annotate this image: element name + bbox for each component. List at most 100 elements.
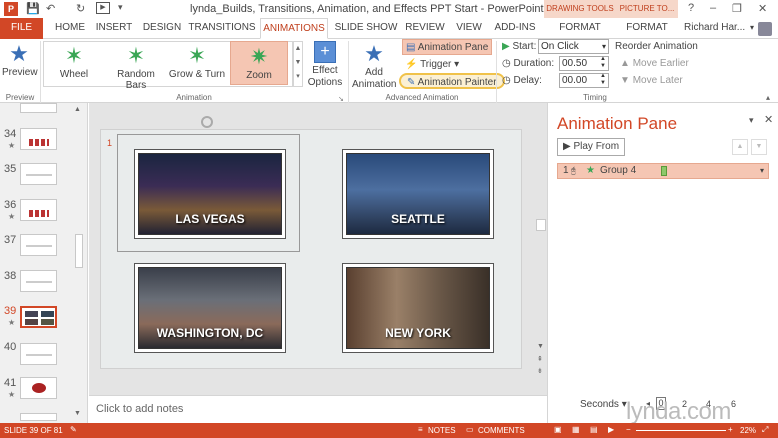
slide-thumbnail-partial[interactable] xyxy=(20,103,57,113)
thumbnail-scrollbar[interactable]: ▲ ▼ xyxy=(74,106,84,420)
play-from-button[interactable]: ▶ Play From xyxy=(557,138,626,156)
photo-new-york[interactable]: NEW YORK xyxy=(346,267,490,349)
move-later-label: Move Later xyxy=(632,75,683,86)
tab-review[interactable]: REVIEW xyxy=(404,18,446,39)
slide-sorter-icon[interactable]: ▦ xyxy=(572,425,580,434)
animation-painter-label: Animation Painter xyxy=(417,77,497,88)
next-slide-icon[interactable]: ⇟ xyxy=(537,367,543,375)
spelling-icon[interactable]: ✎ xyxy=(70,425,77,434)
scroll-thumb[interactable] xyxy=(536,219,546,231)
previous-slide-icon[interactable]: ⇞ xyxy=(537,355,543,363)
slide-thumbnail-34[interactable] xyxy=(20,128,57,150)
redo-icon[interactable]: ↻ xyxy=(76,2,85,15)
item-dropdown-icon[interactable]: ▾ xyxy=(760,164,764,178)
move-down-button[interactable]: ▼ xyxy=(751,139,767,155)
fit-slide-icon[interactable]: ⤢ xyxy=(762,425,768,435)
minimize-button[interactable]: – xyxy=(710,2,716,14)
collapse-ribbon-icon[interactable]: ▴ xyxy=(766,93,770,102)
animation-zoom[interactable]: ✷ Zoom xyxy=(230,41,288,85)
animation-list-item[interactable]: 1 🖰 ★ Group 4 ▾ xyxy=(557,163,769,179)
normal-view-icon[interactable]: ▣ xyxy=(554,425,562,434)
zoom-level[interactable]: 22% xyxy=(740,426,756,435)
slide-thumbnail-40[interactable] xyxy=(20,343,57,365)
delay-value: 00.00 xyxy=(562,75,588,86)
avatar[interactable] xyxy=(758,22,772,36)
slide-thumbnail-38[interactable] xyxy=(20,270,57,292)
tab-format-picture[interactable]: FORMAT xyxy=(620,18,674,39)
rotate-handle-icon[interactable] xyxy=(201,116,213,128)
wheel-star-icon: ✶ xyxy=(64,43,84,68)
gallery-scroll[interactable]: ▲ ▼ ▾ xyxy=(293,41,303,87)
move-earlier-button[interactable]: ▲ Move Earlier xyxy=(620,56,689,72)
thumbnail-photo xyxy=(25,319,38,325)
zoom-in-icon[interactable]: + xyxy=(728,425,733,434)
group-label-timing: Timing xyxy=(583,93,607,102)
add-animation-button[interactable]: ★ Add Animation xyxy=(352,41,396,91)
move-up-button[interactable]: ▲ xyxy=(732,139,748,155)
slide-scrollbar[interactable]: ▼ ⇞ ⇟ xyxy=(535,129,547,379)
reading-view-icon[interactable]: ▤ xyxy=(590,425,598,434)
notes-button[interactable]: NOTES xyxy=(428,426,456,435)
tab-design[interactable]: DESIGN xyxy=(140,18,184,39)
notes-pane[interactable]: Click to add notes xyxy=(89,395,547,423)
slide-number: 39 xyxy=(4,305,17,317)
close-button[interactable]: ✕ xyxy=(758,2,767,15)
user-account[interactable]: Richard Har... xyxy=(684,18,748,39)
scroll-thumb[interactable] xyxy=(75,234,83,268)
tab-format-drawing[interactable]: FORMAT xyxy=(552,18,608,39)
slide-number: 41 xyxy=(4,377,17,389)
slide-thumbnail-36[interactable] xyxy=(20,199,57,221)
help-button[interactable]: ? xyxy=(688,2,694,14)
animation-grow-turn[interactable]: ✶ Grow & Turn xyxy=(168,41,226,85)
delay-clock-icon: ◷ xyxy=(502,75,514,86)
save-icon[interactable]: 💾 xyxy=(26,2,40,15)
trigger-button[interactable]: ⚡ Trigger ▾ xyxy=(405,57,459,73)
tab-animations[interactable]: ANIMATIONS xyxy=(260,18,328,39)
slide-thumbnail-35[interactable] xyxy=(20,163,57,185)
tab-slide-show[interactable]: SLIDE SHOW xyxy=(334,18,398,39)
tab-add-ins[interactable]: ADD-INS xyxy=(492,18,538,39)
slide-thumbnail-39[interactable] xyxy=(20,306,57,328)
animation-painter-button[interactable]: ✎ Animation Painter xyxy=(399,73,505,89)
duration-spinner-icon[interactable]: ▲ ▼ xyxy=(600,56,606,70)
effect-options-button[interactable]: + Effect Options xyxy=(306,41,344,89)
start-slideshow-icon[interactable]: ▶ xyxy=(96,2,110,14)
delay-spinner-icon[interactable]: ▲ ▼ xyxy=(600,73,606,87)
slide-thumbnail-37[interactable] xyxy=(20,234,57,256)
start-select[interactable]: On Click ▾ xyxy=(538,39,609,54)
slideshow-view-icon[interactable]: ▶ xyxy=(608,425,614,434)
tab-transitions[interactable]: TRANSITIONS xyxy=(188,18,256,39)
pane-options-icon[interactable]: ▾ xyxy=(749,115,754,126)
scroll-up-icon[interactable]: ▲ xyxy=(74,106,81,113)
comments-icon: ▭ xyxy=(466,425,474,434)
restore-button[interactable]: ❐ xyxy=(732,2,742,15)
delay-input[interactable]: 00.00 ▲ ▼ xyxy=(559,73,609,88)
dialog-launcher-icon[interactable]: ↘ xyxy=(338,95,344,103)
tab-view[interactable]: VIEW xyxy=(452,18,486,39)
scroll-down-icon[interactable]: ▼ xyxy=(537,343,544,350)
seconds-dropdown[interactable]: Seconds ▾ xyxy=(580,399,627,410)
comments-button[interactable]: COMMENTS xyxy=(478,426,525,435)
preview-button[interactable]: ★ Preview xyxy=(2,41,38,78)
animation-wheel[interactable]: ✶ Wheel xyxy=(45,41,103,85)
photo-seattle[interactable]: SEATTLE xyxy=(346,153,490,235)
duration-input[interactable]: 00.50 ▲ ▼ xyxy=(559,56,609,71)
account-dropdown-icon[interactable]: ▾ xyxy=(750,23,754,32)
undo-icon[interactable]: ↶ xyxy=(46,2,55,15)
zoom-slider[interactable] xyxy=(636,430,726,431)
photo-washington-dc[interactable]: WASHINGTON, DC xyxy=(138,267,282,349)
animation-pane-button[interactable]: ▤ Animation Pane xyxy=(402,39,493,55)
tab-insert[interactable]: INSERT xyxy=(92,18,136,39)
animation-random-bars[interactable]: ✶ Random Bars xyxy=(106,41,166,91)
move-later-button[interactable]: ▼ Move Later xyxy=(620,73,683,89)
tab-home[interactable]: HOME xyxy=(50,18,90,39)
pane-close-icon[interactable]: ✕ xyxy=(764,113,773,126)
zoom-out-icon[interactable]: − xyxy=(626,425,631,434)
slide-thumbnail-partial[interactable] xyxy=(20,413,57,421)
animation-item-number: 1 xyxy=(563,165,569,176)
photo-las-vegas[interactable]: LAS VEGAS xyxy=(138,153,282,235)
tab-file[interactable]: FILE xyxy=(0,18,43,39)
customize-qat-icon[interactable]: ▾ xyxy=(118,2,123,13)
scroll-down-icon[interactable]: ▼ xyxy=(74,410,81,417)
slide-thumbnail-41[interactable] xyxy=(20,377,57,399)
